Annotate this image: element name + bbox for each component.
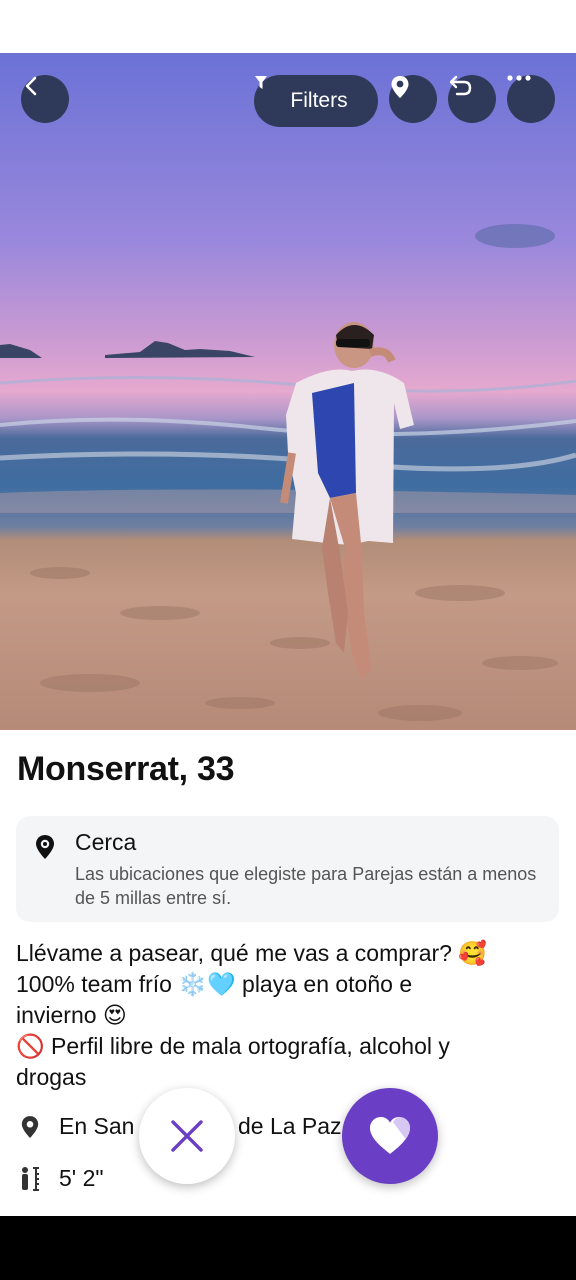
bio-line: 🚫 Perfil libre de mala ortografía, alcoh…: [16, 1033, 450, 1059]
height-icon: [16, 1166, 44, 1192]
profile-bio: Llévame a pasear, qué me vas a comprar? …: [16, 938, 564, 1093]
detail-height: 5' 2": [16, 1165, 104, 1192]
location-button[interactable]: [389, 75, 437, 123]
filters-button[interactable]: Filters: [254, 75, 378, 127]
heart-icon: [370, 1117, 410, 1154]
system-navigation-bar: [0, 1216, 576, 1280]
profile-photo[interactable]: Filters: [0, 53, 576, 730]
detail-height-text: 5' 2": [59, 1165, 104, 1191]
undo-button[interactable]: [448, 75, 496, 123]
beach-scene: [0, 224, 576, 721]
location-pin-icon: [391, 76, 409, 98]
more-dots-icon: [507, 75, 531, 81]
like-button[interactable]: [342, 1088, 438, 1184]
bio-line: drogas: [16, 1064, 87, 1090]
undo-icon: [449, 75, 472, 96]
location-distance-card: Cerca Las ubicaciones que elegiste para …: [16, 816, 559, 922]
location-title: Cerca: [75, 829, 137, 855]
bio-line: Llévame a pasear, qué me vas a comprar? …: [16, 940, 487, 966]
status-bar: [0, 0, 576, 53]
pass-button[interactable]: [139, 1088, 235, 1184]
more-options-button[interactable]: [507, 75, 555, 123]
back-button[interactable]: [21, 75, 69, 123]
location-pin-icon: [16, 1114, 44, 1140]
location-pin-icon: [34, 834, 56, 865]
filters-label: Filters: [290, 89, 348, 112]
bio-line: 100% team frío ❄️🩵 playa en otoño e: [16, 971, 413, 997]
bio-line: invierno 😍: [16, 1002, 127, 1028]
profile-name-age: Monserrat, 33: [17, 750, 235, 788]
back-arrow-icon: [25, 76, 37, 96]
location-description: Las ubicaciones que elegiste para Pareja…: [75, 864, 537, 908]
close-x-icon: [171, 1120, 203, 1152]
